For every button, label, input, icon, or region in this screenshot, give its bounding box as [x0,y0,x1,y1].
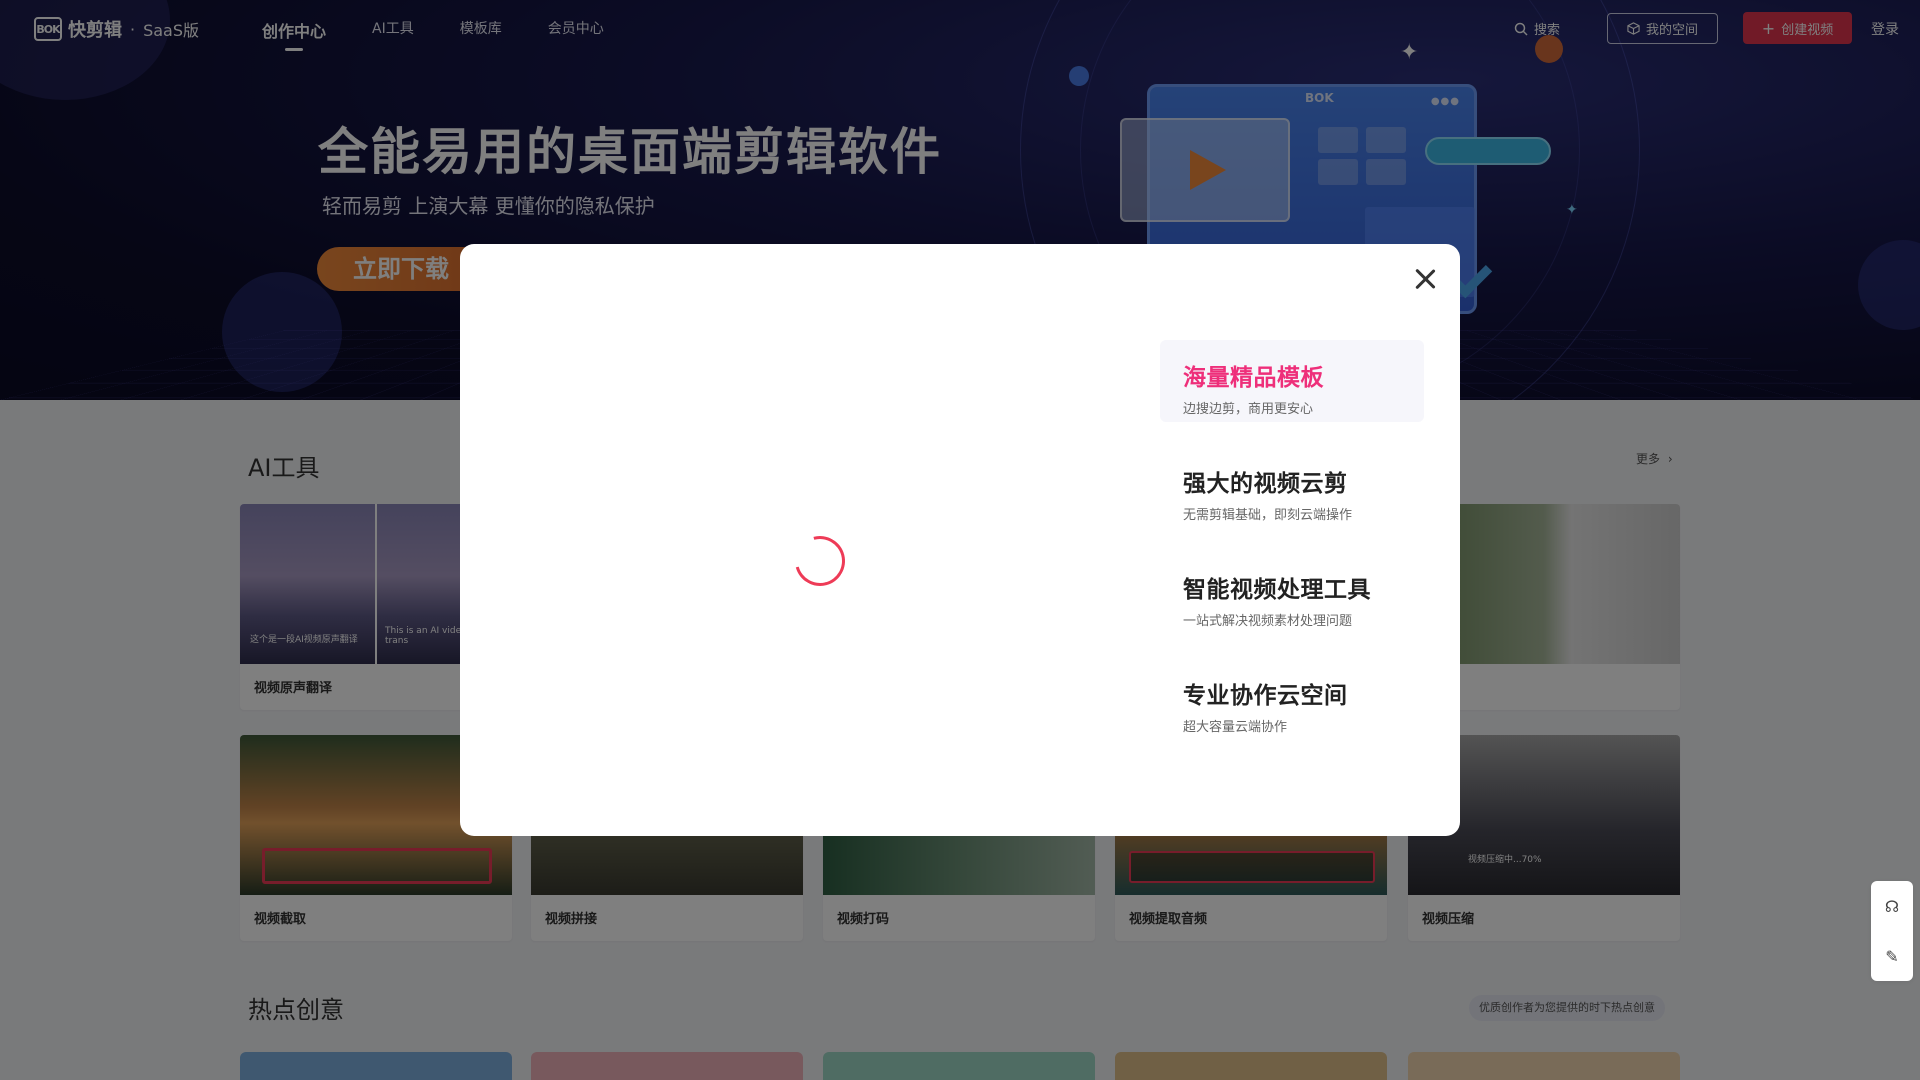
feature-desc: 无需剪辑基础，即刻云端操作 [1183,508,1353,523]
feature-title: 海量精品模板 [1183,365,1324,391]
feature-desc: 一站式解决视频素材处理问题 [1183,614,1353,629]
feature-title: 智能视频处理工具 [1183,577,1371,603]
close-icon[interactable] [1410,264,1440,294]
headset-icon[interactable]: ☊ [1871,881,1913,931]
feature-item-templates[interactable]: 海量精品模板 边搜边剪，商用更安心 [1160,340,1424,422]
feature-desc: 超大容量云端协作 [1183,720,1288,735]
feature-item-cloud-space[interactable]: 专业协作云空间 超大容量云端协作 [1160,658,1424,740]
feature-desc: 边搜边剪，商用更安心 [1183,402,1314,417]
feature-title: 强大的视频云剪 [1183,471,1348,497]
feature-modal: 海量精品模板 边搜边剪，商用更安心 强大的视频云剪 无需剪辑基础，即刻云端操作 … [460,244,1460,836]
feature-title: 专业协作云空间 [1183,683,1348,709]
side-toolbar: ☊ ✎ [1871,881,1913,981]
feature-item-cloud-edit[interactable]: 强大的视频云剪 无需剪辑基础，即刻云端操作 [1160,446,1424,528]
loading-spinner [785,526,855,596]
feedback-icon[interactable]: ✎ [1871,931,1913,981]
feature-item-smart-tools[interactable]: 智能视频处理工具 一站式解决视频素材处理问题 [1160,552,1424,634]
